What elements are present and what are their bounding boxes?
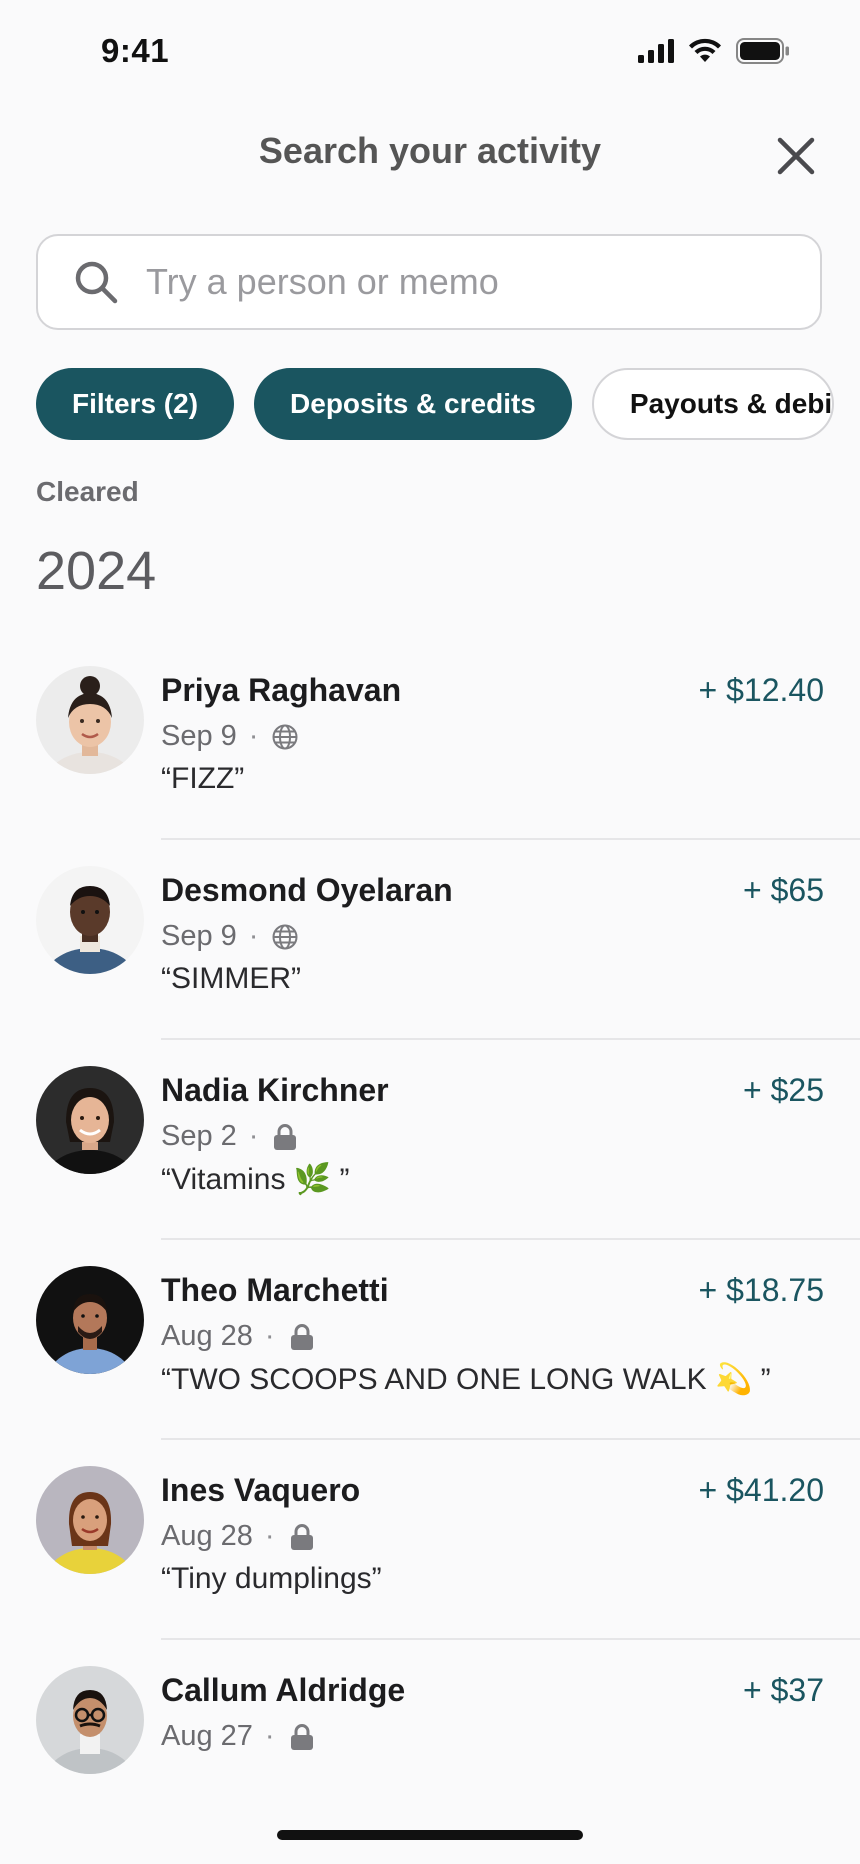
transaction-date: Sep 2 [161,1120,237,1152]
transaction-name: Desmond Oyelaran [161,872,453,908]
transaction-memo: “FIZZ” [161,762,245,795]
transaction-date: Aug 28 [161,1520,253,1552]
transaction-memo: “SIMMER” [161,962,301,995]
transaction-date: Aug 28 [161,1320,253,1352]
avatar [36,1266,144,1374]
transaction-amount: + $18.75 [698,1272,824,1308]
search-input[interactable] [144,260,788,304]
list-item[interactable]: Ines Vaquero + $41.20 Aug 28 · “Tiny dum… [0,1440,860,1640]
status-icons [638,38,790,64]
transaction-name: Callum Aldridge [161,1672,406,1708]
transaction-amount: + $12.40 [698,672,824,708]
payouts-debits-chip[interactable]: Payouts & debi [591,368,835,440]
list-item[interactable]: Callum Aldridge + $37 Aug 27 · [0,1640,860,1840]
status-bar: 9:41 [0,0,860,106]
year-heading: 2024 [36,541,157,601]
page-title: Search your activity [258,130,602,171]
search-box[interactable] [36,234,822,330]
avatar [36,1466,144,1574]
transaction-name: Nadia Kirchner [161,1072,389,1108]
avatar [36,1666,144,1774]
transaction-meta: Aug 27 · [161,1720,317,1753]
separator-dot: · [264,1520,275,1552]
transaction-memo: “Vitamins 🌿 ” [161,1163,350,1196]
transaction-meta: Sep 2 · [161,1120,300,1153]
activity-list: Priya Raghavan + $12.40 Sep 9 · “FIZZ” D… [0,640,860,1840]
filter-chips: Filters (2) Deposits & credits Payouts &… [36,368,860,442]
transaction-amount: + $37 [743,1672,824,1708]
home-indicator [277,1830,583,1840]
separator-dot: · [248,720,259,752]
separator-dot: · [264,1720,275,1752]
transaction-meta: Sep 9 · [161,920,300,953]
deposits-credits-chip[interactable]: Deposits & credits [254,368,572,440]
battery-icon [736,38,789,64]
close-icon [777,137,815,175]
lock-icon [287,1522,317,1552]
list-item[interactable]: Priya Raghavan + $12.40 Sep 9 · “FIZZ” [0,640,860,840]
header: Search your activity [0,120,860,190]
transaction-name: Ines Vaquero [161,1472,361,1508]
separator-dot: · [248,1120,259,1152]
status-time: 9:41 [101,32,170,69]
search-icon [70,256,122,308]
section-status-label: Cleared [36,476,139,507]
avatar [36,866,144,974]
transaction-name: Theo Marchetti [161,1272,389,1308]
transaction-amount: + $41.20 [698,1472,824,1508]
transaction-meta: Aug 28 · [161,1320,317,1353]
transaction-amount: + $25 [743,1072,824,1108]
transaction-name: Priya Raghavan [161,672,402,708]
lock-icon [287,1722,317,1752]
close-button[interactable] [768,128,824,184]
lock-icon [287,1322,317,1352]
list-item[interactable]: Nadia Kirchner + $25 Sep 2 · “Vitamins 🌿… [0,1040,860,1240]
avatar [36,1066,144,1174]
avatar [36,666,144,774]
transaction-meta: Sep 9 · [161,720,300,753]
separator-dot: · [264,1320,275,1352]
filters-chip[interactable]: Filters (2) [36,368,235,440]
transaction-memo: “Tiny dumplings” [161,1562,382,1595]
globe-icon [270,722,300,752]
lock-icon [270,1122,300,1152]
transaction-date: Aug 27 [161,1720,253,1752]
cellular-signal-icon [638,39,674,63]
wifi-icon [689,38,721,62]
separator-dot: · [248,920,259,952]
transaction-memo: “TWO SCOOPS AND ONE LONG WALK 💫 ” [161,1363,771,1396]
list-item[interactable]: Theo Marchetti + $18.75 Aug 28 · “TWO SC… [0,1240,860,1440]
transaction-date: Sep 9 [161,720,237,752]
globe-icon [270,922,300,952]
transaction-meta: Aug 28 · [161,1520,317,1553]
transaction-amount: + $65 [743,872,824,908]
list-item[interactable]: Desmond Oyelaran + $65 Sep 9 · “SIMMER” [0,840,860,1040]
transaction-date: Sep 9 [161,920,237,952]
